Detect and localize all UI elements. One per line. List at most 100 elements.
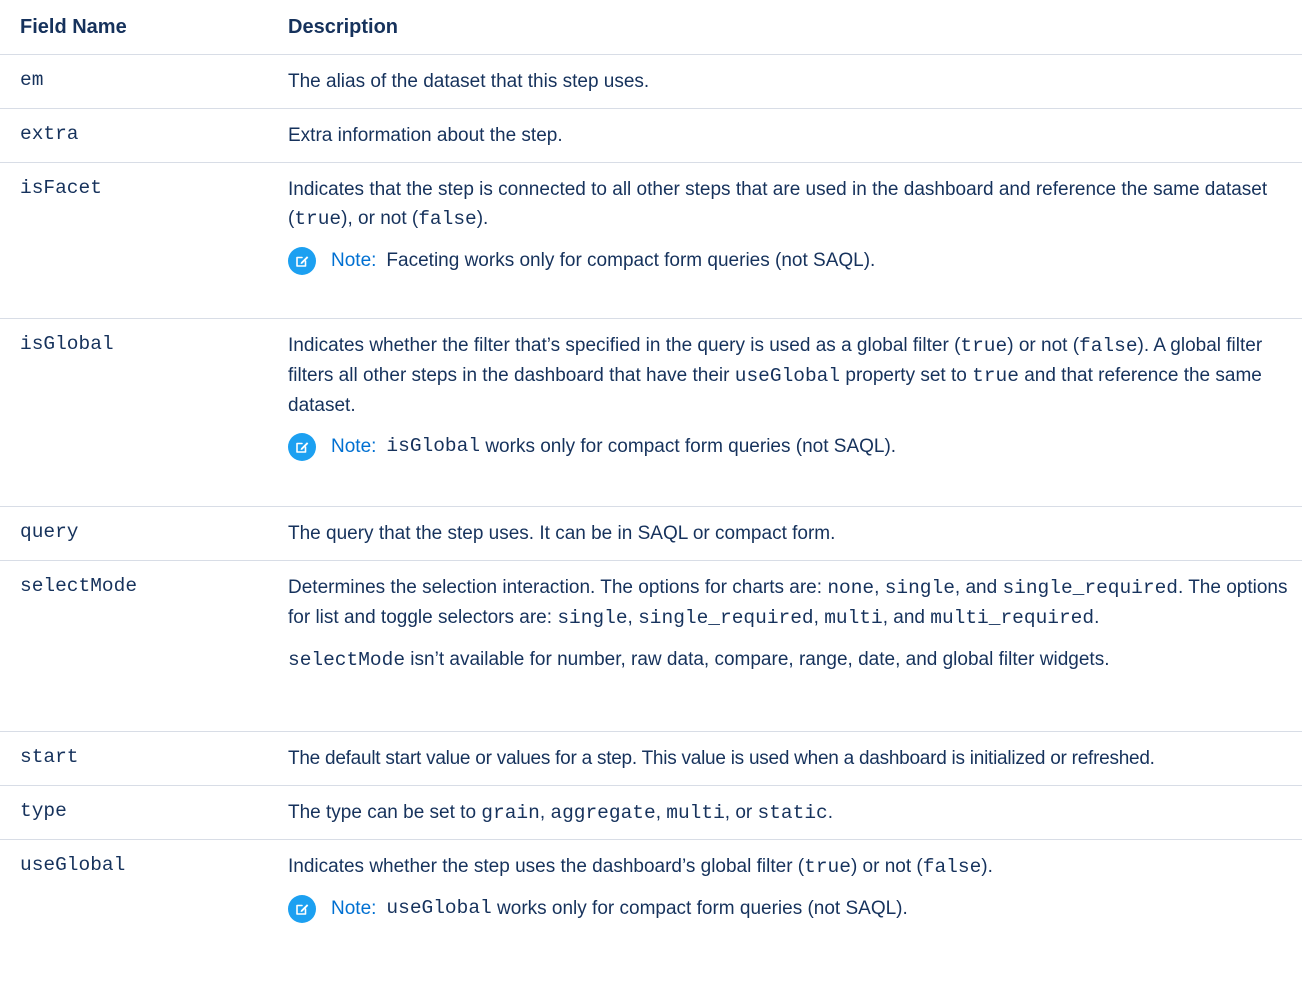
field-description: Extra information about the step. [288,125,563,146]
text-run: property set to [840,365,973,386]
field-description-note: selectMode isn’t available for number, r… [288,645,1296,675]
field-name: start [20,746,79,768]
field-cell: query [0,506,276,561]
code-literal: true [294,208,342,230]
note-callout: Note: useGlobal works only for compact f… [288,894,1296,923]
description-header: Description [276,0,1302,55]
code-literal: grain [481,802,540,824]
field-description: Determines the selection interaction. Th… [288,573,1296,633]
code-literal: isGlobal [386,435,481,457]
table-row: type The type can be set to grain, aggre… [0,785,1302,840]
field-name-header: Field Name [0,0,276,55]
document: Field Name Description em The alias of t… [0,0,1302,999]
note-label: Note: [331,898,377,919]
code-literal: single_required [1002,577,1178,599]
code-literal: true [960,335,1008,357]
code-literal: multi [824,607,883,629]
text-run: Indicates whether the filter that’s spec… [288,335,961,356]
note-text: works only for compact form queries (not… [491,898,908,919]
code-literal: none [827,577,875,599]
note-text: Faceting works only for compact form que… [386,250,876,271]
desc-cell: The type can be set to grain, aggregate,… [276,785,1302,840]
text-run: . [827,802,834,823]
text-run: Indicates whether the step uses the dash… [288,856,805,877]
desc-cell: Determines the selection interaction. Th… [276,560,1302,732]
text-run: , and [882,607,931,628]
field-cell: isFacet [0,162,276,319]
table-row: query The query that the step uses. It c… [0,506,1302,561]
field-name: query [20,521,79,543]
field-name: selectMode [20,575,138,597]
text-run: The type can be set to [288,802,482,823]
field-description: Indicates whether the step uses the dash… [288,852,1296,882]
field-description: The query that the step uses. It can be … [288,523,836,544]
code-literal: true [804,856,851,878]
desc-cell: The query that the step uses. It can be … [276,506,1302,561]
code-literal: false [1079,335,1138,357]
field-description: The type can be set to grain, aggregate,… [288,798,1296,828]
code-literal: true [972,365,1019,387]
code-literal: multi [666,802,725,824]
table-row: em The alias of the dataset that this st… [0,54,1302,109]
desc-cell: The default start value or values for a … [276,731,1302,786]
text-run: ) or not ( [1007,335,1080,356]
field-name: em [20,69,44,91]
field-cell: selectMode [0,560,276,732]
field-description: Indicates that the step is connected to … [288,175,1296,234]
text-run: isn’t available for number, raw data, co… [405,649,1110,670]
code-literal: selectMode [288,649,406,671]
field-cell: useGlobal [0,839,276,950]
edit-note-icon [288,432,316,461]
code-literal: multi_required [930,607,1095,629]
note-label: Note: [331,250,377,271]
code-literal: false [418,208,477,230]
text-run: Determines the selection interaction. Th… [288,577,828,598]
field-name: isGlobal [20,333,114,355]
desc-cell: Indicates that the step is connected to … [276,162,1302,319]
field-table: Field Name Description em The alias of t… [0,0,1302,950]
field-cell: extra [0,108,276,163]
table-row: isGlobal Indicates whether the filter th… [0,318,1302,507]
field-name: type [20,800,67,822]
text-run: , [813,607,825,628]
note-label: Note: [331,436,377,457]
desc-cell: Indicates whether the step uses the dash… [276,839,1302,950]
text-run: , [539,802,551,823]
code-literal: aggregate [550,802,656,824]
table-row: selectMode Determines the selection inte… [0,560,1302,732]
code-literal: false [922,856,982,878]
table-row: start The default start value or values … [0,731,1302,786]
text-run: . [1094,607,1100,628]
text-run: ) or not ( [850,856,923,877]
field-description: Indicates whether the filter that’s spec… [288,331,1296,420]
field-name: extra [20,123,79,145]
code-literal: useGlobal [386,897,492,919]
table-row: extra Extra information about the step. [0,108,1302,163]
code-literal: useGlobal [734,365,841,387]
field-cell: em [0,54,276,109]
code-literal: single [557,607,628,629]
text-run: ). [981,856,993,877]
table-row: isFacet Indicates that the step is conne… [0,162,1302,319]
text-run: , [627,607,639,628]
note-callout: Note: Faceting works only for compact fo… [288,246,1296,275]
text-run: ), or not ( [341,208,419,229]
desc-cell: Extra information about the step. [276,108,1302,163]
field-cell: type [0,785,276,840]
text-run: , [874,577,885,598]
text-run: , [655,802,667,823]
code-literal: single_required [638,607,814,629]
edit-note-icon [288,894,316,923]
header-row: Field Name Description [0,0,1302,55]
field-name: useGlobal [20,854,126,876]
text-run: ). [476,208,489,229]
code-literal: single [884,577,955,599]
desc-cell: The alias of the dataset that this step … [276,54,1302,109]
table-row: useGlobal Indicates whether the step use… [0,839,1302,950]
text-run: , and [954,577,1003,598]
edit-note-icon [288,246,316,275]
note-text: works only for compact form queries (not… [480,436,897,457]
field-description: The alias of the dataset that this step … [288,71,650,92]
field-name: isFacet [20,177,102,199]
note-callout: Note: isGlobal works only for compact fo… [288,432,1296,461]
